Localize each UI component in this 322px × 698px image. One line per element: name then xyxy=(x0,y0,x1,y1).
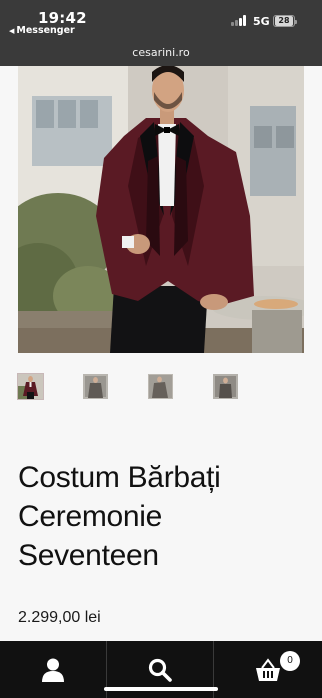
thumbnail-strip xyxy=(0,373,322,400)
user-icon xyxy=(42,658,64,682)
back-app-label: Messenger xyxy=(16,25,75,36)
network-type: 5G xyxy=(253,15,270,28)
browser-top-bar: 19:42 ◀ Messenger 5G 28 cesarini.ro xyxy=(0,0,322,66)
signal-icon xyxy=(231,15,248,26)
product-main-image[interactable] xyxy=(18,66,304,353)
battery-level: 28 xyxy=(275,16,293,26)
account-button[interactable] xyxy=(0,641,106,698)
product-title-line-2: Ceremonie xyxy=(18,500,163,533)
thumbnail-photo-icon xyxy=(18,374,43,399)
search-icon xyxy=(148,658,172,682)
thumbnail-1[interactable] xyxy=(17,373,44,400)
back-triangle-icon: ◀ xyxy=(9,26,15,35)
product-title: Costum Bărbați Ceremonie Seventeen xyxy=(18,458,308,575)
url-bar[interactable]: cesarini.ro xyxy=(0,46,322,59)
home-indicator[interactable] xyxy=(104,687,218,691)
thumbnail-3[interactable] xyxy=(148,374,173,399)
basket-icon xyxy=(256,657,280,681)
thumbnail-2[interactable] xyxy=(83,374,108,399)
thumbnail-photo-icon xyxy=(213,374,238,399)
thumbnail-photo-icon xyxy=(83,374,108,399)
product-title-line-3: Seventeen xyxy=(18,539,159,572)
battery-icon: 28 xyxy=(273,15,297,27)
cart-count-badge: 0 xyxy=(280,651,300,671)
product-price: 2.299,00 lei xyxy=(18,609,101,626)
thumbnail-4[interactable] xyxy=(213,374,238,399)
back-to-app-button[interactable]: ◀ Messenger xyxy=(9,25,75,36)
cart-button[interactable]: 0 xyxy=(214,641,322,698)
product-title-line-1: Costum Bărbați xyxy=(18,461,221,494)
product-photo-icon xyxy=(18,66,304,353)
thumbnail-photo-icon xyxy=(148,374,173,399)
